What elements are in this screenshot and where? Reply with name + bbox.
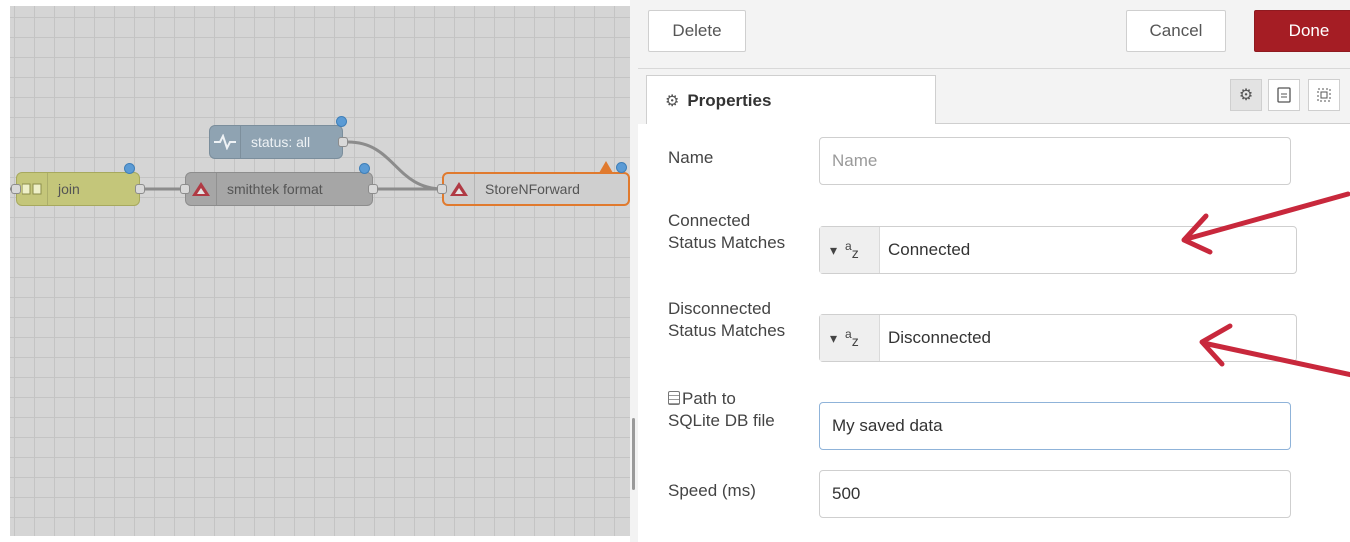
connected-status-value[interactable]: Connected [880,227,970,273]
connected-label-line2: Status Matches [668,233,786,252]
gear-icon: ⚙ [665,92,680,110]
smithtek-logo-icon [186,173,217,205]
settings-tab-button[interactable]: ⚙ [1230,79,1262,111]
description-tab-button[interactable] [1268,79,1300,111]
disconnected-status-value[interactable]: Disconnected [880,315,991,361]
smithtek-input-port[interactable] [180,184,190,194]
speed-label: Speed (ms) [668,481,756,500]
tab-properties[interactable]: ⚙ Properties [646,75,936,125]
store-node-label: StoreNForward [485,181,580,197]
connected-label-line1: Connected [668,211,751,230]
storenforward-node[interactable]: StoreNForward [442,172,630,206]
join-output-port[interactable] [135,184,145,194]
tab-properties-label: Properties [687,90,772,110]
caret-down-icon: ▾ [830,241,838,258]
gear-icon: ⚙ [1238,87,1254,104]
status-all-node[interactable]: status: all [209,125,343,159]
smithtek-node-label: smithtek format [227,181,323,197]
flow-workspace[interactable]: join smithtek format status: all StoreNF… [0,0,630,542]
pulse-icon [210,126,241,158]
warning-triangle-icon [599,161,613,173]
join-icon [17,173,48,205]
string-type-icon: az [845,239,859,261]
type-select[interactable]: ▾ az [820,227,880,273]
path-label: Path to SQLite DB file [668,388,775,432]
join-status-dot [124,163,135,174]
store-status-dot [616,162,627,173]
join-node[interactable]: join [16,172,140,206]
status-node-label: status: all [251,134,311,150]
smithtek-logo-icon [444,174,475,204]
database-icon [668,391,680,405]
string-type-icon: az [845,327,859,349]
disconnected-label-line1: Disconnected [668,299,772,318]
connected-label: Connected Status Matches [668,210,785,254]
path-label-line1: Path to [682,389,736,408]
status-status-dot [336,116,347,127]
path-label-line2: SQLite DB file [668,411,775,430]
tray-tab-row: ⚙ Properties ⚙ [638,69,1350,125]
status-output-port[interactable] [338,137,348,147]
name-input[interactable]: Name [819,137,1291,185]
type-select[interactable]: ▾ az [820,315,880,361]
smithtek-format-node[interactable]: smithtek format [185,172,373,206]
annotation-arrow-connected [1181,191,1350,255]
workspace-border-top [0,0,630,6]
join-node-label: join [58,181,80,197]
disconnected-label-line2: Status Matches [668,321,786,340]
splitter-handle[interactable] [632,418,635,490]
done-button[interactable]: Done [1254,10,1350,52]
disconnected-label: Disconnected Status Matches [668,298,785,342]
appearance-icon [1317,88,1331,102]
workspace-border-left [0,0,10,542]
join-input-port[interactable] [11,184,21,194]
appearance-tab-button[interactable] [1308,79,1340,111]
store-input-port[interactable] [437,184,447,194]
delete-button[interactable]: Delete [648,10,746,52]
annotation-arrow-disconnected [1199,323,1350,378]
caret-down-icon: ▾ [830,329,838,346]
flow-wires [0,140,444,191]
speed-input[interactable]: 500 [819,470,1291,518]
document-icon [1277,87,1291,103]
node-edit-tray: Delete Cancel Done ⚙ Properties ⚙ Name N… [638,0,1350,542]
cancel-button[interactable]: Cancel [1126,10,1226,52]
sqlite-path-input[interactable]: My saved data [819,402,1291,450]
workspace-border-bottom [0,536,630,542]
smithtek-status-dot [359,163,370,174]
smithtek-output-port[interactable] [368,184,378,194]
name-label: Name [668,148,714,167]
